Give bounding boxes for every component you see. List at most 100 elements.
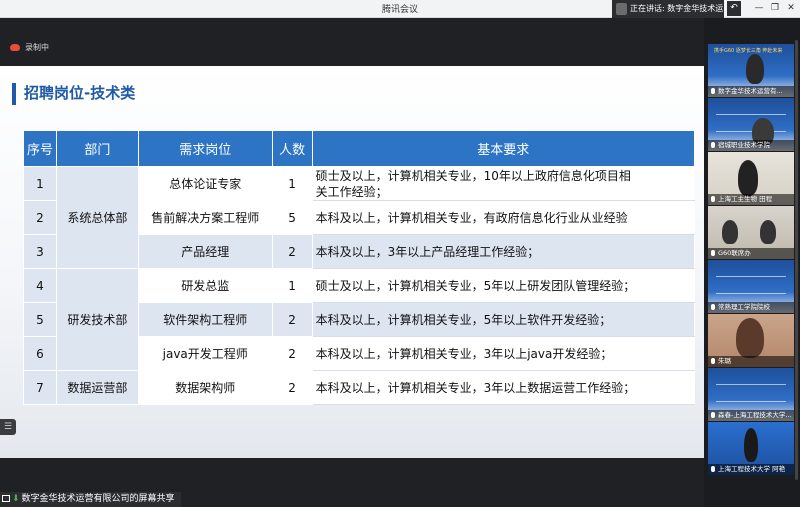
- participant-tile[interactable]: G60联席办: [708, 206, 794, 259]
- speaking-label: 正在讲话: 数字金华技术运...: [630, 4, 724, 13]
- speaker-avatar: [616, 3, 627, 15]
- count-cell: 2: [271, 370, 313, 405]
- mic-icon: [711, 412, 715, 418]
- table-header-row: 序号 部门 需求岗位 人数 基本要求: [23, 130, 696, 167]
- participant-name-text: 朱璐: [718, 357, 731, 365]
- screen-share-label[interactable]: ⬇ 数字金华技术运营有限公司的屏幕共享: [0, 492, 181, 507]
- share-label-text: 数字金华技术运营有限公司的屏幕共享: [21, 494, 175, 504]
- table-row: 1 系统总体部 总体论证专家 1 硕士及以上，计算机相关专业，10年以上政府信息…: [23, 166, 696, 269]
- participant-name: 森春-上海工程技术大学...: [708, 410, 794, 421]
- participant-name-text: 宿城职业技术学院: [718, 141, 770, 149]
- requirement-cell: 本科及以上，计算机相关专业，有政府信息化行业从业经验: [311, 200, 696, 235]
- participant-name-text: 森春-上海工程技术大学...: [718, 411, 792, 419]
- mic-icon: [711, 142, 715, 148]
- requirement-cell: 本科及以上，3年以上产品经理工作经验；: [311, 234, 696, 269]
- recording-indicator[interactable]: 录制中: [10, 42, 49, 53]
- recording-label: 录制中: [25, 43, 49, 52]
- title-bar: 腾讯会议 正在讲话: 数字金华技术运... ↶ — ❐ ✕: [0, 0, 800, 18]
- row-no: 7: [23, 370, 57, 405]
- participant-tile[interactable]: 常熟理工学院院校: [708, 260, 794, 313]
- requirement-cell: 本科及以上，计算机相关专业，3年以上java开发经验；: [311, 336, 696, 371]
- department-cell: 研发技术部: [55, 268, 139, 371]
- count-cell: 2: [271, 336, 313, 371]
- participant-name-text: 上海工主生物 田程: [718, 195, 773, 203]
- poster-lines: [716, 276, 786, 294]
- undo-icon[interactable]: ↶: [727, 1, 741, 16]
- slide-title-accent: [12, 83, 16, 105]
- speaking-indicator[interactable]: 正在讲话: 数字金华技术运...: [612, 0, 724, 18]
- participant-figure: [722, 220, 738, 244]
- mic-icon: [711, 250, 715, 256]
- header-department: 部门: [55, 130, 139, 167]
- poster-lines: [716, 114, 786, 132]
- table-row: 4 研发技术部 研发总监 1 硕士及以上，计算机相关专业，5年以上研发团队管理经…: [23, 268, 696, 371]
- count-cell: 2: [271, 234, 313, 269]
- participant-tile[interactable]: 宿城职业技术学院: [708, 98, 794, 151]
- poster-lines: [716, 384, 786, 402]
- row-no: 4: [23, 268, 57, 303]
- row-no: 2: [23, 200, 57, 235]
- participant-name-text: 常熟理工学院院校: [718, 303, 770, 311]
- participant-tile[interactable]: 上海工程技术大学 阿艳: [708, 422, 794, 475]
- mic-icon: [711, 88, 715, 94]
- count-cell: 1: [271, 166, 313, 201]
- header-position: 需求岗位: [137, 130, 273, 167]
- participant-name: 上海工程技术大学 阿艳: [708, 464, 794, 475]
- row-no: 1: [23, 166, 57, 201]
- position-cell: 数据架构师: [137, 370, 273, 405]
- row-no: 3: [23, 234, 57, 269]
- participant-tile[interactable]: 携手G60 逐梦长三角 奔赴未来 数字金华技术运营有...: [708, 44, 794, 97]
- participant-name-text: 上海工程技术大学 阿艳: [718, 465, 786, 473]
- participant-tile[interactable]: 朱璐: [708, 314, 794, 367]
- table-row: 7 数据运营部 数据架构师 2 本科及以上，计算机相关专业，3年以上数据运营工作…: [23, 370, 696, 405]
- participant-scrollbar[interactable]: [795, 40, 798, 480]
- shared-slide: 招聘岗位-技术类 序号 部门 需求岗位 人数 基本要求 1 系统总体部 总体论证…: [0, 66, 704, 458]
- header-no: 序号: [23, 130, 57, 167]
- meeting-window: 腾讯会议 正在讲话: 数字金华技术运... ↶ — ❐ ✕ 录制中 招聘岗位-技…: [0, 0, 800, 507]
- participant-figure: [744, 428, 758, 462]
- mic-icon: [711, 466, 715, 472]
- row-no: 6: [23, 336, 57, 371]
- participant-figure: [738, 160, 758, 196]
- minimize-icon[interactable]: —: [752, 1, 766, 16]
- mic-icon: [711, 358, 715, 364]
- count-cell: 2: [271, 302, 313, 337]
- participant-name: 上海工主生物 田程: [708, 194, 794, 205]
- screen-share-icon: [2, 495, 10, 502]
- mic-icon: [711, 304, 715, 310]
- requirement-cell: 本科及以上，计算机相关专业，5年以上软件开发经验；: [311, 302, 696, 337]
- participant-figure: [746, 54, 764, 84]
- participant-name: 朱璐: [708, 356, 794, 367]
- position-cell: 售前解决方案工程师: [137, 200, 273, 235]
- requirement-cell: 本科及以上，计算机相关专业，3年以上数据运营工作经验；: [311, 370, 696, 405]
- cloud-record-icon: [10, 44, 20, 51]
- header-requirements: 基本要求: [311, 130, 696, 167]
- count-cell: 1: [271, 268, 313, 303]
- requirement-line: 硕士及以上，计算机相关专业，10年以上政府信息化项目相: [315, 168, 631, 183]
- participant-name: G60联席办: [708, 248, 794, 259]
- participant-name: 常熟理工学院院校: [708, 302, 794, 313]
- participant-name: 数字金华技术运营有...: [708, 86, 794, 97]
- position-cell: 产品经理: [137, 234, 273, 269]
- position-cell: 总体论证专家: [137, 166, 273, 201]
- department-cell: 系统总体部: [55, 166, 139, 269]
- participant-name-text: 数字金华技术运营有...: [718, 87, 783, 95]
- requirement-line: 关工作经验；: [315, 184, 388, 199]
- close-icon[interactable]: ✕: [784, 1, 798, 16]
- participant-tile[interactable]: 森春-上海工程技术大学...: [708, 368, 794, 421]
- restore-icon[interactable]: ❐: [768, 1, 782, 16]
- recruitment-table: 序号 部门 需求岗位 人数 基本要求 1 系统总体部 总体论证专家 1 硕士及以…: [23, 130, 696, 405]
- participant-figure: [760, 220, 776, 244]
- position-cell: java开发工程师: [137, 336, 273, 371]
- department-cell: 数据运营部: [55, 370, 139, 405]
- mic-icon: [711, 196, 715, 202]
- participant-name: 宿城职业技术学院: [708, 140, 794, 151]
- signal-icon: ⬇: [12, 494, 20, 504]
- count-cell: 5: [271, 200, 313, 235]
- participant-name-text: G60联席办: [718, 249, 751, 257]
- participant-tile[interactable]: 上海工主生物 田程: [708, 152, 794, 205]
- row-no: 5: [23, 302, 57, 337]
- slide-title: 招聘岗位-技术类: [24, 84, 136, 102]
- toolbar-toggle-icon[interactable]: ☰: [0, 419, 16, 435]
- requirement-cell: 硕士及以上，计算机相关专业，10年以上政府信息化项目相 关工作经验；: [311, 166, 696, 201]
